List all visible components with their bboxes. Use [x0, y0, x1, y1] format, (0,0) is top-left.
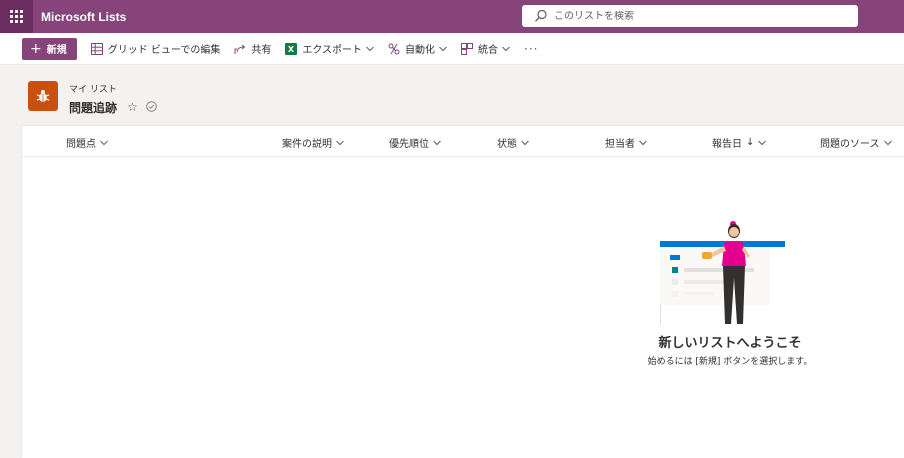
- star-icon[interactable]: ☆: [127, 100, 138, 114]
- plus-icon: +: [30, 40, 42, 57]
- column-header-label: 案件の説明: [282, 139, 332, 150]
- new-item-label: 新規: [46, 45, 67, 56]
- new-item-button[interactable]: + 新規: [22, 37, 77, 60]
- share-button[interactable]: 共有: [234, 41, 271, 56]
- column-header-issue-source[interactable]: 問題のソース: [820, 135, 892, 150]
- column-header-status[interactable]: 状態: [497, 135, 529, 150]
- grid-edit-label: グリッド ビューでの編集: [107, 45, 221, 56]
- integrate-icon: [461, 42, 474, 55]
- column-header-date-reported[interactable]: 報告日 ↓: [712, 135, 767, 150]
- excel-icon: X: [285, 42, 298, 55]
- bug-icon: [36, 90, 50, 102]
- svg-text:X: X: [288, 45, 295, 54]
- list-view: 問題点 案件の説明 優先順位 状態 担当者 報告日 ↓ 問題のソース 新しいリス…: [22, 126, 904, 458]
- column-header-assigned-to[interactable]: 担当者: [605, 135, 647, 150]
- app-launcher-button[interactable]: [0, 0, 33, 33]
- grid-icon: [90, 42, 103, 55]
- breadcrumb[interactable]: マイ リスト: [69, 82, 117, 95]
- more-options-button[interactable]: ···: [524, 42, 538, 56]
- chevron-down-icon: [100, 140, 108, 145]
- column-header-label: 報告日: [712, 139, 742, 150]
- list-header: マイ リスト 問題追跡 ☆: [0, 65, 904, 126]
- chevron-down-icon: [883, 140, 892, 145]
- chevron-down-icon: [366, 46, 374, 51]
- integrate-label: 統合: [478, 45, 499, 56]
- integrate-button[interactable]: 統合: [461, 41, 510, 56]
- empty-state-subtitle: 始めるには [新規] ボタンを選択します。: [647, 357, 813, 367]
- share-label: 共有: [251, 45, 272, 56]
- share-icon: [234, 44, 246, 54]
- export-label: エクスポート: [302, 45, 363, 56]
- column-header-label: 状態: [497, 139, 517, 150]
- sort-down-icon: ↓: [746, 137, 755, 148]
- waffle-icon: [10, 10, 23, 23]
- app-title[interactable]: Microsoft Lists: [41, 10, 126, 24]
- automate-button[interactable]: 自動化: [388, 41, 447, 56]
- chevron-down-icon: [758, 140, 767, 145]
- chevron-down-icon: [521, 140, 529, 145]
- page-title: 問題追跡: [69, 101, 118, 115]
- empty-state-title: 新しいリストへようこそ: [658, 336, 802, 351]
- search-input[interactable]: [554, 10, 854, 22]
- automate-label: 自動化: [405, 45, 436, 56]
- list-logo: [28, 81, 58, 111]
- column-header-label: 問題点: [66, 139, 96, 150]
- column-header-label: 優先順位: [389, 139, 429, 150]
- column-header-priority[interactable]: 優先順位: [389, 135, 441, 150]
- chevron-down-icon: [336, 140, 344, 145]
- export-button[interactable]: X エクスポート: [285, 41, 374, 56]
- check-circle-icon[interactable]: [146, 101, 157, 112]
- column-header-issue[interactable]: 問題点: [66, 135, 108, 150]
- suite-bar: Microsoft Lists: [0, 0, 904, 33]
- chevron-down-icon: [439, 46, 447, 51]
- search-box[interactable]: [522, 5, 858, 27]
- column-header-label: 担当者: [605, 139, 635, 150]
- chevron-down-icon: [639, 140, 647, 145]
- empty-state-illustration: [660, 221, 785, 325]
- command-bar: + 新規 グリッド ビューでの編集 共有 X エクスポート 自動化 統合 ···: [0, 33, 904, 65]
- automate-icon: [388, 43, 400, 54]
- grid-edit-button[interactable]: グリッド ビューでの編集: [90, 41, 221, 56]
- search-icon: [535, 9, 547, 22]
- column-header-description[interactable]: 案件の説明: [282, 135, 344, 150]
- column-header-row: 問題点 案件の説明 優先順位 状態 担当者 報告日 ↓ 問題のソース: [22, 126, 904, 157]
- column-header-label: 問題のソース: [820, 139, 880, 150]
- chevron-down-icon: [502, 46, 510, 51]
- chevron-down-icon: [433, 140, 441, 145]
